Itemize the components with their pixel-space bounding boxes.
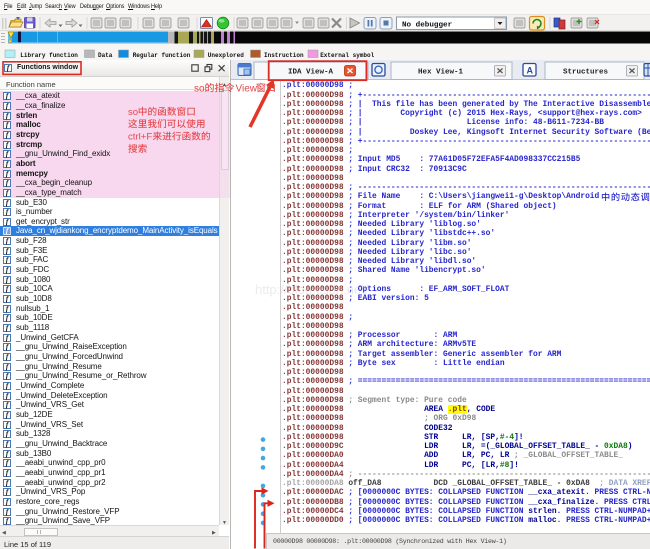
svg-text:▶: ▶ — [212, 530, 216, 536]
svg-text:ctrl+F: ctrl+F — [128, 132, 152, 143]
svg-text:◀: ◀ — [2, 530, 6, 536]
svg-text:so: so — [194, 83, 205, 94]
svg-text:▲: ▲ — [222, 82, 227, 88]
svg-text:so: so — [128, 107, 138, 118]
svg-text:http://blog.csdn.net/: http://blog.csdn.net/ — [255, 282, 369, 297]
svg-text:View: View — [236, 83, 258, 94]
svg-text:▼: ▼ — [222, 520, 227, 526]
